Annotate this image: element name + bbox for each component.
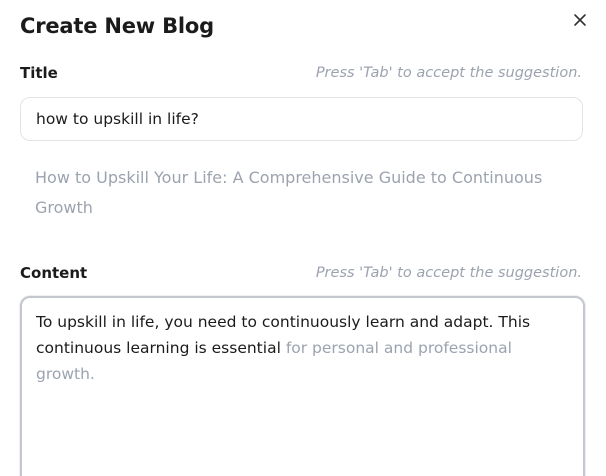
title-tab-hint: Press 'Tab' to accept the suggestion. [315,65,582,81]
title-suggestion[interactable]: How to Upskill Your Life: A Comprehensiv… [35,163,575,223]
title-input[interactable] [20,97,583,141]
title-label: Title [20,64,58,82]
create-blog-dialog: Create New Blog Title Press 'Tab' to acc… [0,0,606,476]
content-textarea[interactable]: To upskill in life, you need to continuo… [20,296,585,476]
dialog-title: Create New Blog [20,14,214,38]
close-icon[interactable] [570,10,590,30]
content-tab-hint: Press 'Tab' to accept the suggestion. [315,265,582,281]
content-label: Content [20,264,88,282]
